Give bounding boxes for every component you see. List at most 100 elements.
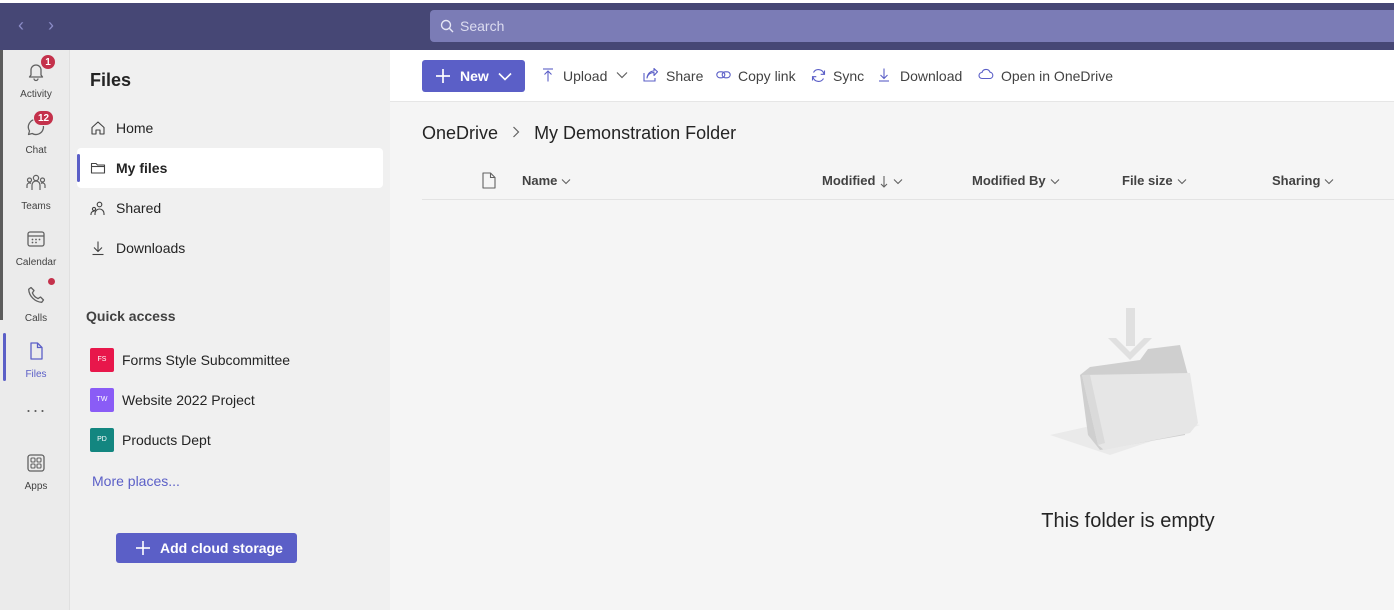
rail-label-teams: Teams	[21, 201, 51, 212]
chevron-down-icon	[1050, 179, 1060, 185]
download-label: Download	[900, 68, 963, 84]
rail-label-calls: Calls	[24, 313, 48, 324]
open-in-onedrive-button[interactable]: Open in OneDrive	[978, 66, 1118, 86]
chevron-down-icon	[1325, 179, 1334, 185]
copy-link-label: Copy link	[738, 68, 796, 84]
link-icon	[716, 71, 731, 79]
rail-label-files: Files	[25, 369, 47, 380]
main-content: New Upload Share Copy link Sync Download…	[390, 50, 1394, 610]
copy-link-button[interactable]: Copy link	[716, 66, 802, 86]
quick-access-heading: Quick access	[86, 308, 176, 324]
nav-label-downloads: Downloads	[116, 240, 186, 256]
calendar-icon	[27, 231, 45, 247]
column-header-modified-by[interactable]: Modified By	[972, 173, 1060, 188]
chevron-down-icon	[616, 72, 628, 79]
activity-badge: 1	[40, 54, 56, 70]
search-box[interactable]	[430, 10, 1394, 42]
more-places-link[interactable]: More places...	[92, 473, 180, 489]
nav-item-shared[interactable]: Shared	[77, 188, 383, 228]
home-icon	[91, 121, 105, 135]
column-label: Name	[522, 173, 558, 188]
new-button[interactable]: New	[422, 60, 525, 92]
top-strip	[0, 0, 1394, 3]
rail-label-apps: Apps	[24, 481, 48, 492]
share-label: Share	[666, 68, 704, 84]
folder-icon	[90, 162, 106, 174]
file-list-header: Name Modified Modified By File size Shar…	[422, 162, 1394, 200]
rail-item-calendar[interactable]: Calendar	[3, 224, 69, 276]
nav-item-my-files[interactable]: My files	[77, 148, 383, 188]
files-nav-pane: Files Home My files Shared Downloads Qui…	[70, 50, 390, 610]
quick-access-item-products-dept[interactable]: PD Products Dept	[90, 425, 380, 455]
sync-label: Sync	[833, 68, 865, 84]
nav-label-home: Home	[116, 120, 154, 136]
rail-item-activity[interactable]: 1 Activity	[3, 54, 69, 108]
rail-label-chat: Chat	[25, 145, 47, 156]
column-label: Modified By	[972, 173, 1046, 188]
nav-item-downloads[interactable]: Downloads	[77, 228, 383, 268]
phone-icon	[28, 286, 45, 303]
quick-access-label: Website 2022 Project	[122, 392, 255, 408]
chevron-down-icon	[1177, 179, 1186, 185]
rail-item-calls[interactable]: Calls	[3, 278, 69, 332]
add-cloud-storage-button[interactable]: Add cloud storage	[116, 533, 297, 563]
column-header-name[interactable]: Name	[522, 173, 571, 188]
download-button[interactable]: Download	[878, 66, 968, 86]
shared-people-icon	[90, 201, 105, 215]
empty-folder-message: This folder is empty	[1041, 510, 1215, 532]
back-arrow-icon[interactable]: ‹	[12, 15, 30, 35]
download-icon	[879, 68, 889, 82]
column-header-file-size[interactable]: File size	[1122, 173, 1187, 188]
sync-icon	[811, 69, 826, 82]
chevron-right-icon	[511, 123, 521, 144]
upload-button[interactable]: Upload	[542, 66, 630, 86]
column-label: File size	[1122, 173, 1173, 188]
team-avatar: PD	[90, 428, 114, 452]
team-avatar: TW	[90, 388, 114, 412]
file-type-icon[interactable]	[482, 172, 496, 189]
forward-arrow-icon[interactable]: ›	[42, 15, 60, 35]
open-in-onedrive-label: Open in OneDrive	[1001, 68, 1114, 84]
title-bar: ‹ ›	[0, 0, 1394, 50]
file-icon	[30, 342, 43, 360]
sync-button[interactable]: Sync	[811, 66, 867, 86]
chat-badge: 12	[33, 110, 55, 126]
chevron-down-icon	[498, 72, 512, 81]
add-cloud-storage-label: Add cloud storage	[160, 540, 283, 556]
column-header-modified[interactable]: Modified	[822, 173, 903, 188]
nav-label-shared: Shared	[116, 200, 162, 216]
column-label: Sharing	[1272, 173, 1321, 188]
quick-access-item-forms-style[interactable]: FS Forms Style Subcommittee	[90, 345, 380, 375]
nav-label-my-files: My files	[116, 160, 168, 176]
rail-item-apps[interactable]: Apps	[3, 448, 69, 500]
teams-icon	[26, 174, 46, 190]
chevron-down-icon	[562, 179, 571, 185]
command-bar: New Upload Share Copy link Sync Download…	[390, 50, 1394, 102]
sort-descending-icon	[881, 176, 888, 188]
upload-icon	[543, 68, 553, 82]
breadcrumb: OneDrive My Demonstration Folder	[422, 122, 736, 144]
new-button-label: New	[460, 68, 489, 84]
rail-label-calendar: Calendar	[15, 257, 57, 268]
rail-item-chat[interactable]: 12 Chat	[3, 110, 69, 164]
search-input[interactable]	[460, 16, 960, 36]
upload-label: Upload	[563, 68, 608, 84]
breadcrumb-root[interactable]: OneDrive	[422, 123, 498, 144]
search-icon	[440, 19, 454, 33]
calls-dot	[48, 278, 55, 285]
plus-icon	[136, 541, 150, 555]
rail-item-teams[interactable]: Teams	[3, 168, 69, 220]
column-label: Modified	[822, 173, 876, 188]
rail-label-activity: Activity	[20, 89, 52, 100]
quick-access-item-website-2022[interactable]: TW Website 2022 Project	[90, 385, 380, 415]
quick-access-label: Forms Style Subcommittee	[122, 352, 291, 368]
apps-icon	[27, 454, 45, 472]
pane-title: Files	[90, 70, 132, 90]
nav-item-home[interactable]: Home	[77, 108, 383, 148]
column-header-sharing[interactable]: Sharing	[1272, 173, 1334, 188]
more-apps-ellipsis-icon[interactable]: ···	[3, 400, 69, 421]
rail-item-files[interactable]: Files	[3, 336, 69, 388]
share-button[interactable]: Share	[643, 66, 705, 86]
share-icon	[643, 68, 658, 82]
download-icon	[92, 241, 104, 256]
